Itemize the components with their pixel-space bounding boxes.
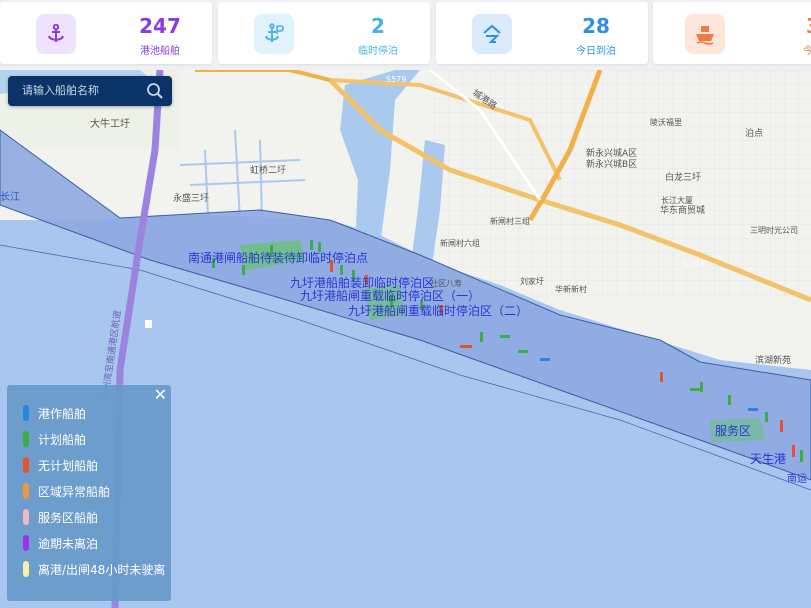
ship-marker[interactable] xyxy=(792,445,795,457)
anchor-icon xyxy=(36,14,76,54)
legend-swatch xyxy=(23,405,29,421)
place-label: 滨湖新苑 xyxy=(755,354,791,366)
place-label: 新永兴城B区 xyxy=(586,158,637,170)
road-label: S579 xyxy=(386,75,406,84)
place-label: 大牛工圩 xyxy=(90,117,130,130)
place-label: 三明时光公司 xyxy=(750,225,798,235)
stat-count: 2 xyxy=(371,14,385,38)
stat-label: 今日到泊 xyxy=(576,46,616,57)
place-label: 泊点 xyxy=(745,128,763,139)
place-label: 刘家圩 xyxy=(520,276,544,286)
place-label: 社区八寿 xyxy=(430,278,462,288)
place-label: 新闸村六组 xyxy=(440,238,480,248)
legend-label: 逾期未离泊 xyxy=(38,536,99,551)
ship-marker[interactable] xyxy=(460,345,472,348)
legend-panel: ✕ 港作船舶 计划船舶 无计划船舶 区域异常船舶 服务区船舶 逾期未离泊 离港/… xyxy=(7,385,171,601)
stat-count: 28 xyxy=(582,14,610,38)
stat-label: 港池船舶 xyxy=(140,46,180,57)
legend-label: 港作船舶 xyxy=(38,406,87,421)
ship-marker[interactable] xyxy=(748,408,758,411)
legend-item: 服务区船舶 xyxy=(23,507,98,527)
ship-marker[interactable] xyxy=(700,382,703,392)
berth-label: 南通港闸船舶待装待卸临时停泊点 xyxy=(188,250,368,265)
stat-label: 今日 xyxy=(803,46,811,57)
road-label: G204 xyxy=(683,260,704,269)
ship-marker[interactable] xyxy=(728,395,731,405)
legend-swatch xyxy=(23,561,29,577)
place-label: 陵沃福里 xyxy=(650,118,682,127)
legend-item: 区域异常船舶 xyxy=(23,481,110,501)
ship-marker[interactable] xyxy=(242,265,245,275)
legend-swatch xyxy=(23,535,29,551)
ship-marker[interactable] xyxy=(800,450,803,462)
legend-swatch xyxy=(23,431,29,447)
place-label: 白龙三圩 xyxy=(665,171,701,183)
legend-label: 服务区船舶 xyxy=(38,510,99,525)
legend-item: 港作船舶 xyxy=(23,403,86,423)
close-icon[interactable]: ✕ xyxy=(154,385,167,404)
berth-label: 天生港 xyxy=(750,452,786,466)
stat-card-arrivals-today[interactable]: 28 今日到泊 xyxy=(436,2,648,64)
ship-marker[interactable] xyxy=(660,372,663,382)
legend-item: 逾期未离泊 xyxy=(23,533,98,553)
ship-marker[interactable] xyxy=(540,358,550,361)
legend-label: 离港/出闸48小时未驶离 xyxy=(38,562,166,577)
stat-card-harbor-ships[interactable]: 247 港池船舶 xyxy=(0,2,212,64)
anchor-p-icon xyxy=(254,14,294,54)
place-label: 新闸村三组 xyxy=(490,216,530,226)
ship-search-input[interactable] xyxy=(20,83,144,98)
berth-label: 服务区 xyxy=(715,423,751,438)
legend-swatch xyxy=(23,509,29,525)
stat-label: 临时停泊 xyxy=(358,46,398,57)
stat-card-temp-berth[interactable]: 2 临时停泊 xyxy=(218,2,430,64)
ship-marker[interactable] xyxy=(480,332,483,342)
legend-swatch xyxy=(23,457,29,473)
ship-marker[interactable] xyxy=(500,335,510,338)
stat-card-today[interactable]: 3 今日 xyxy=(653,2,811,64)
stat-count: 247 xyxy=(139,14,181,38)
ship-search-box[interactable] xyxy=(8,76,172,106)
place-label: 华新新村 xyxy=(555,284,587,294)
legend-swatch xyxy=(23,483,29,499)
ship-marker[interactable] xyxy=(690,388,700,391)
ship-marker[interactable] xyxy=(340,265,343,275)
buoy xyxy=(145,320,152,328)
legend-item: 计划船舶 xyxy=(23,429,86,449)
search-icon[interactable] xyxy=(146,82,164,100)
place-label: 新永兴城A区 xyxy=(586,147,637,159)
ship-marker[interactable] xyxy=(310,240,313,250)
legend-item: 无计划船舶 xyxy=(23,455,98,475)
legend-label: 计划船舶 xyxy=(38,432,87,447)
place-label: 长江 xyxy=(0,191,20,203)
arrival-icon xyxy=(472,14,512,54)
ship-marker[interactable] xyxy=(765,412,768,422)
ship-marker[interactable] xyxy=(518,350,528,353)
berth-label: 南运 xyxy=(787,472,807,485)
stat-count: 3 xyxy=(793,14,811,38)
place-label: 华东商贸城 xyxy=(660,204,705,216)
legend-label: 无计划船舶 xyxy=(38,458,99,473)
place-label: 永盛三圩 xyxy=(173,192,209,204)
ship-icon xyxy=(685,14,725,54)
berth-label: 九圩港船闸重载临时停泊区（一） xyxy=(300,288,480,303)
berth-label: 九圩港船舶装卸临时停泊区 xyxy=(290,275,434,290)
stats-bar: 247 港池船舶 2 临时停泊 28 今日到泊 3 今日 xyxy=(0,0,811,70)
legend-label: 区域异常船舶 xyxy=(38,484,111,499)
place-label: 虹桥二圩 xyxy=(250,164,286,176)
berth-label: 九圩港船闸重载临时停泊区（二） xyxy=(348,303,528,318)
ship-marker[interactable] xyxy=(780,420,783,432)
legend-item: 离港/出闸48小时未驶离 xyxy=(23,559,165,579)
place-label: 长江大厦 xyxy=(661,195,693,205)
